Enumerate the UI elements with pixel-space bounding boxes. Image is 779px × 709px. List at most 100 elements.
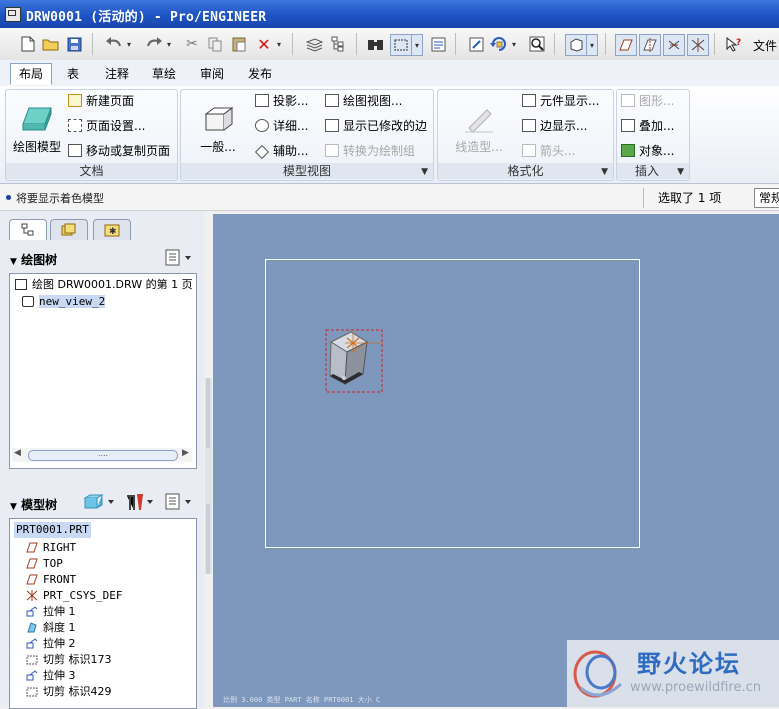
- regenerate-dropdown-icon[interactable]: ▾: [509, 34, 519, 54]
- refresh-icon[interactable]: [466, 34, 486, 54]
- model-display-button[interactable]: [82, 492, 120, 512]
- model-tree-item[interactable]: PRT_CSYS_DEF: [26, 588, 122, 604]
- redo-dropdown-icon[interactable]: ▾: [164, 34, 174, 54]
- datum-csys-icon[interactable]: [687, 34, 709, 56]
- line-style-button[interactable]: 线造型...: [452, 104, 506, 155]
- projection-button[interactable]: 投影...: [255, 91, 308, 111]
- delete-dropdown-icon[interactable]: ▾: [274, 34, 284, 54]
- undo-icon[interactable]: [104, 34, 124, 54]
- tab-favorites[interactable]: ✱: [93, 219, 131, 240]
- drawing-view-button[interactable]: 绘图视图...: [325, 91, 402, 111]
- model-tree-root[interactable]: PRT0001.PRT: [14, 522, 91, 538]
- auxiliary-view-button[interactable]: 辅助...: [254, 141, 308, 161]
- scroll-thumb[interactable]: ....: [28, 450, 178, 461]
- insert-expand-icon[interactable]: ▼: [677, 167, 684, 177]
- properties-icon[interactable]: [428, 34, 448, 54]
- datum-axes-icon[interactable]: [639, 34, 661, 56]
- graphics-button[interactable]: 图形...: [621, 91, 674, 111]
- selection-filter-select[interactable]: 常规: [754, 188, 779, 208]
- drawing-tree-hscrollbar[interactable]: ◀ .... ▶: [12, 448, 192, 462]
- message-bullet-icon: [6, 195, 11, 200]
- datum-planes-icon[interactable]: [615, 34, 637, 56]
- drawing-model-button[interactable]: 绘图模型: [8, 104, 66, 155]
- scroll-left-icon[interactable]: ◀: [14, 448, 21, 458]
- tree-icon: [21, 223, 34, 236]
- redo-icon[interactable]: [144, 34, 164, 54]
- general-view-button[interactable]: 一般...: [193, 104, 243, 155]
- format-expand-icon[interactable]: ▼: [601, 167, 608, 177]
- panel-splitter[interactable]: [205, 378, 212, 574]
- datum-plane-icon: [26, 542, 38, 553]
- model-tree-icon[interactable]: [328, 34, 348, 54]
- file-menu[interactable]: 文件: [753, 37, 777, 54]
- convert-to-draw-group-button[interactable]: 转换为绘制组: [325, 141, 415, 161]
- detailed-view-button[interactable]: 详细...: [255, 116, 308, 136]
- model-tree-tools-button[interactable]: [124, 492, 158, 512]
- show-modified-edges-button[interactable]: 显示已修改的边: [325, 116, 427, 136]
- group-insert: 图形... 叠加... 对象... 插入 ▼: [616, 89, 690, 181]
- drawing-tree-view-item[interactable]: new_view_2: [22, 294, 106, 310]
- regenerate-icon[interactable]: [489, 34, 509, 54]
- scroll-right-icon[interactable]: ▶: [182, 448, 189, 458]
- cut-icon[interactable]: ✂: [182, 34, 202, 54]
- new-file-icon[interactable]: [18, 34, 38, 54]
- arrow-button[interactable]: 箭头...: [522, 141, 575, 161]
- zoom-icon[interactable]: [527, 34, 547, 54]
- save-icon[interactable]: [64, 34, 84, 54]
- edge-display-button[interactable]: 边显示...: [522, 116, 587, 136]
- copy-icon[interactable]: [205, 34, 225, 54]
- overlay-button[interactable]: 叠加...: [621, 116, 674, 136]
- object-button[interactable]: 对象...: [621, 141, 674, 161]
- model-tree-item[interactable]: 拉伸 1: [26, 604, 76, 620]
- drawing-tree: 绘图 DRW0001.DRW 的第 1 页 new_view_2 ◀ .... …: [9, 273, 197, 469]
- find-icon[interactable]: [366, 34, 386, 54]
- model-tree-settings-button[interactable]: [164, 492, 194, 512]
- drawing-tree-root[interactable]: 绘图 DRW0001.DRW 的第 1 页: [15, 277, 193, 293]
- open-folder-icon[interactable]: [40, 34, 60, 54]
- selection-box-icon[interactable]: [390, 34, 412, 56]
- move-copy-page-button[interactable]: 移动或复制页面: [68, 141, 170, 161]
- tab-publish[interactable]: 发布: [240, 64, 280, 84]
- model-tree-item[interactable]: 拉伸 3: [26, 668, 76, 684]
- model-tree-item[interactable]: FRONT: [26, 572, 76, 588]
- help-icon[interactable]: ?: [724, 34, 744, 54]
- model-tree-item[interactable]: 切剪 标识429: [26, 684, 112, 700]
- layers-icon[interactable]: [304, 34, 324, 54]
- model-tree-item[interactable]: 切剪 标识173: [26, 652, 112, 668]
- paste-icon[interactable]: [229, 34, 249, 54]
- tree-settings-icon: [165, 493, 191, 510]
- delete-icon[interactable]: ✕: [254, 34, 274, 54]
- display-style-dropdown-icon[interactable]: ▾: [586, 34, 598, 56]
- tab-review[interactable]: 审阅: [192, 64, 232, 84]
- group-model-views: 一般... 投影... 详细... 辅助... 绘图视图... 显示已修改的边 …: [180, 89, 434, 181]
- display-style-icon[interactable]: [565, 34, 587, 56]
- undo-dropdown-icon[interactable]: ▾: [124, 34, 134, 54]
- model-tree-item[interactable]: RIGHT: [26, 540, 76, 556]
- new-page-icon: [68, 94, 82, 107]
- tab-folder-browser[interactable]: [50, 219, 88, 240]
- model-tree-item[interactable]: TOP: [26, 556, 63, 572]
- page-setup-button[interactable]: 页面设置...: [68, 116, 145, 136]
- csys-icon: [26, 590, 38, 601]
- new-page-button[interactable]: 新建页面: [68, 91, 134, 111]
- favorites-icon: ✱: [104, 224, 120, 237]
- tab-layout[interactable]: 布局: [10, 63, 53, 85]
- cut-feature-icon: [26, 654, 38, 665]
- part-view-new-view-2[interactable]: ⊕: [323, 324, 389, 396]
- drawing-tree-header[interactable]: ▼ 绘图树: [10, 251, 57, 268]
- model-views-expand-icon[interactable]: ▼: [421, 167, 428, 177]
- tab-table[interactable]: 表: [59, 64, 87, 84]
- tab-model-tree-nav[interactable]: [9, 219, 47, 240]
- drawing-canvas[interactable]: ⊕ 比例 3.000 类型 PART 名称 PRT0001 大小 C: [213, 214, 779, 707]
- tab-sketch[interactable]: 草绘: [144, 64, 184, 84]
- collapse-arrow-icon: ▼: [10, 257, 17, 267]
- drawing-tree-settings-button[interactable]: [164, 248, 194, 268]
- component-display-button[interactable]: 元件显示...: [522, 91, 599, 111]
- model-tree-item[interactable]: 斜度 1: [26, 620, 76, 636]
- forum-watermark: 野火论坛 www.proewildfire.cn: [567, 640, 779, 707]
- model-tree-item[interactable]: 拉伸 2: [26, 636, 76, 652]
- datum-points-icon[interactable]: [663, 34, 685, 56]
- selection-dropdown-icon[interactable]: ▾: [411, 34, 423, 56]
- tab-annotate[interactable]: 注释: [97, 64, 137, 84]
- model-tree-header[interactable]: ▼ 模型树: [10, 496, 57, 513]
